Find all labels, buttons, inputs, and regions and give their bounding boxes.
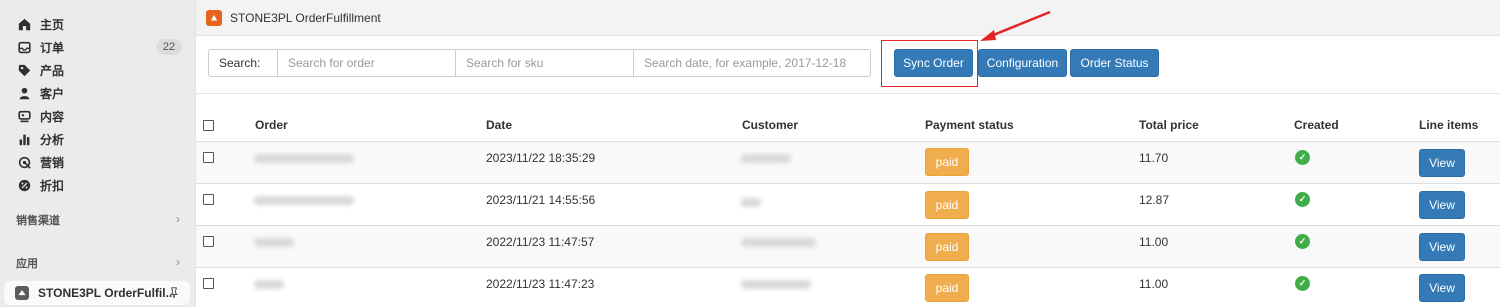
table-row: 2023/11/22 18:35:29 paid 11.70 ✓ View (196, 142, 1500, 184)
configuration-button[interactable]: Configuration (978, 49, 1067, 77)
customer-name-redacted (741, 198, 761, 207)
sidebar-item-label: 订单 (40, 40, 65, 55)
column-header-payment-status[interactable]: Payment status (925, 118, 1014, 132)
person-icon (16, 85, 32, 101)
search-order-input[interactable] (278, 49, 456, 77)
created-check-icon: ✓ (1295, 234, 1310, 249)
order-number-redacted[interactable] (254, 238, 294, 247)
order-status-button[interactable]: Order Status (1070, 49, 1159, 77)
customer-name-redacted (741, 238, 816, 247)
sidebar-item-label: 折扣 (40, 178, 65, 193)
created-check-icon: ✓ (1295, 150, 1310, 165)
app-titlebar: STONE3PL OrderFulfillment (196, 0, 1500, 36)
column-header-total-price[interactable]: Total price (1139, 118, 1199, 132)
sidebar-item-current-app[interactable]: STONE3PL OrderFulfil... (4, 281, 190, 305)
total-price: 11.00 (1139, 235, 1169, 249)
app-logo-icon (206, 9, 222, 26)
search-date-input[interactable] (634, 49, 871, 77)
column-header-date[interactable]: Date (486, 118, 512, 132)
sidebar-item-home[interactable]: 主页 (8, 13, 188, 35)
order-number-redacted[interactable] (254, 154, 354, 163)
chevron-right-icon: › (176, 212, 180, 226)
table-header: Order Date Customer Payment status Total… (196, 94, 1500, 142)
tag-icon (16, 62, 32, 78)
sidebar-item-orders[interactable]: 订单 22 (8, 36, 188, 58)
order-date: 2022/11/23 11:47:23 (486, 277, 595, 291)
annotation-arrow-icon (980, 10, 1051, 41)
search-label: Search: (208, 49, 278, 77)
sidebar-item-content[interactable]: 内容 (8, 105, 188, 127)
view-line-items-button[interactable]: View (1419, 274, 1465, 302)
payment-status-badge: paid (925, 191, 969, 219)
orders-count-badge: 22 (156, 39, 182, 55)
column-header-created[interactable]: Created (1294, 118, 1339, 132)
sidebar: 主页 订单 22 产品 客户 内容 分析 营销 折扣 销售渠道 › 应用 › S… (0, 0, 195, 307)
sidebar-section-apps[interactable]: 应用 › (8, 253, 188, 273)
search-group: Search: (208, 49, 871, 77)
total-price: 12.87 (1139, 193, 1170, 207)
total-price: 11.70 (1139, 151, 1169, 165)
sidebar-item-label: 客户 (40, 86, 65, 101)
pin-icon[interactable] (166, 285, 182, 301)
order-date: 2022/11/23 11:47:57 (486, 235, 595, 249)
section-label: 销售渠道 (16, 215, 60, 227)
sidebar-item-marketing[interactable]: 营销 (8, 151, 188, 173)
payment-status-badge: paid (925, 274, 969, 302)
table-row: 2023/11/21 14:55:56 paid 12.87 ✓ View (196, 184, 1500, 226)
search-sku-input[interactable] (456, 49, 634, 77)
column-header-order[interactable]: Order (255, 118, 288, 132)
sidebar-item-label: 分析 (40, 132, 65, 147)
column-header-line-items[interactable]: Line items (1419, 118, 1478, 132)
column-header-customer[interactable]: Customer (742, 118, 798, 132)
sidebar-item-label: 主页 (40, 17, 65, 32)
customer-name-redacted (741, 280, 811, 289)
content-icon (16, 108, 32, 124)
sync-order-button[interactable]: Sync Order (894, 49, 973, 77)
created-check-icon: ✓ (1295, 276, 1310, 291)
sidebar-item-discounts[interactable]: 折扣 (8, 174, 188, 196)
sidebar-item-customers[interactable]: 客户 (8, 82, 188, 104)
table-row: 2022/11/23 11:47:57 paid 11.00 ✓ View (196, 226, 1500, 268)
section-label: 应用 (16, 258, 38, 270)
home-icon (16, 16, 32, 32)
discount-icon (16, 177, 32, 193)
table-row: 2022/11/23 11:47:23 paid 11.00 ✓ View (196, 268, 1500, 307)
sidebar-section-sales-channels[interactable]: 销售渠道 › (8, 210, 188, 230)
sidebar-item-analytics[interactable]: 分析 (8, 128, 188, 150)
main-panel: STONE3PL OrderFulfillment Search: Sync O… (195, 0, 1500, 307)
inbox-icon (16, 39, 32, 55)
row-checkbox[interactable] (203, 278, 214, 289)
created-check-icon: ✓ (1295, 192, 1310, 207)
sidebar-item-products[interactable]: 产品 (8, 59, 188, 81)
order-number-redacted[interactable] (254, 280, 284, 289)
sidebar-item-label: STONE3PL OrderFulfil... (38, 286, 176, 300)
view-line-items-button[interactable]: View (1419, 191, 1465, 219)
sidebar-item-label: 产品 (40, 63, 65, 78)
order-number-redacted[interactable] (254, 196, 354, 205)
row-checkbox[interactable] (203, 194, 214, 205)
view-line-items-button[interactable]: View (1419, 149, 1465, 177)
row-checkbox[interactable] (203, 236, 214, 247)
row-checkbox[interactable] (203, 152, 214, 163)
sidebar-item-label: 营销 (40, 155, 65, 170)
toolbar: Search: Sync Order Configuration Order S… (196, 36, 1500, 94)
order-date: 2023/11/22 18:35:29 (486, 151, 596, 165)
total-price: 11.00 (1139, 277, 1169, 291)
app-icon (15, 286, 29, 300)
order-date: 2023/11/21 14:55:56 (486, 193, 596, 207)
sidebar-item-label: 内容 (40, 109, 65, 124)
view-line-items-button[interactable]: View (1419, 233, 1465, 261)
payment-status-badge: paid (925, 233, 969, 261)
page-title: STONE3PL OrderFulfillment (230, 10, 381, 25)
customer-name-redacted (741, 154, 791, 163)
select-all-checkbox[interactable] (203, 120, 214, 131)
target-icon (16, 154, 32, 170)
chevron-right-icon: › (176, 255, 180, 269)
payment-status-badge: paid (925, 148, 969, 176)
bar-chart-icon (16, 131, 32, 147)
